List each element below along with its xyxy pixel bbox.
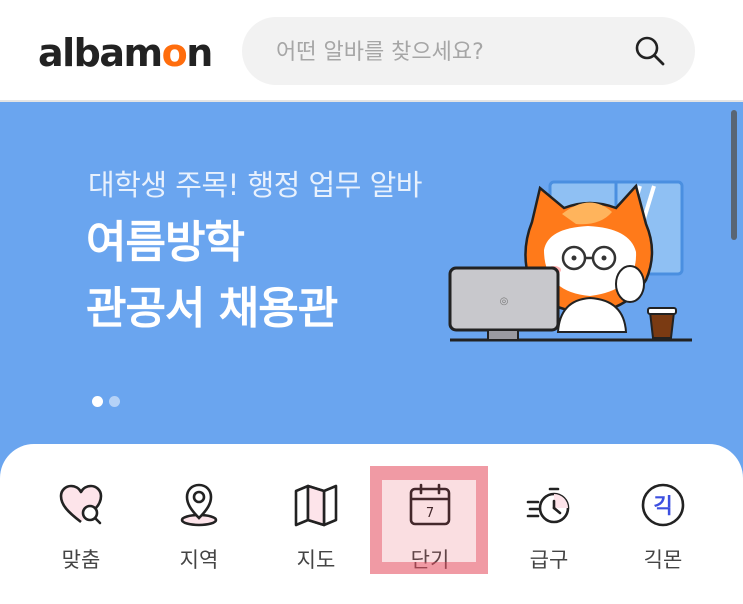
albamon-logo[interactable]: albamon <box>38 28 213 78</box>
svg-text:◎: ◎ <box>500 296 509 307</box>
nav-label: 지도 <box>296 548 336 572</box>
nav-item-urgent[interactable]: 급구 <box>504 482 594 582</box>
header: albamon <box>0 0 743 102</box>
search-bar[interactable] <box>242 17 695 85</box>
scrollbar[interactable] <box>731 110 737 240</box>
nav-label: 단기 <box>410 548 450 572</box>
banner-dot-1[interactable] <box>92 396 103 407</box>
banner-pagination <box>92 392 126 411</box>
banner-dot-2[interactable] <box>109 396 120 407</box>
heart-search-icon <box>59 484 103 525</box>
nav-label: 긱몬 <box>643 548 683 572</box>
nav-item-gigmon[interactable]: 긱 긱몬 <box>618 482 708 582</box>
cat-at-computer-illustration: ◎ <box>448 180 692 342</box>
search-icon[interactable] <box>634 35 666 67</box>
banner-title-line2: 관공서 채용관 <box>86 283 338 334</box>
promo-banner[interactable]: 대학생 주목! 행정 업무 알바 여름방학 관공서 채용관 ◎ <box>0 102 743 482</box>
search-input[interactable] <box>274 31 618 73</box>
gigmon-icon: 긱 <box>641 483 685 527</box>
nav-item-map[interactable]: 지도 <box>271 482 361 582</box>
banner-title-line1: 여름방학 <box>86 217 245 268</box>
fast-timer-icon <box>526 487 570 524</box>
location-pin-icon <box>180 483 218 527</box>
nav-label: 맞춤 <box>61 548 101 572</box>
map-icon <box>294 484 338 527</box>
nav-item-custom[interactable]: 맞춤 <box>36 482 126 582</box>
nav-label: 급구 <box>529 548 569 572</box>
category-nav: 맞춤 지역 지도 7 단기 급구 긱 긱몬 <box>0 444 743 604</box>
calendar-icon: 7 <box>409 483 451 526</box>
nav-label: 지역 <box>179 548 219 572</box>
gigmon-icon-text: 긱 <box>653 494 672 518</box>
banner-subtitle: 대학생 주목! 행정 업무 알바 <box>88 168 422 202</box>
nav-item-short-term[interactable]: 7 단기 <box>385 482 475 582</box>
nav-item-region[interactable]: 지역 <box>154 482 244 582</box>
calendar-day-number: 7 <box>426 506 434 521</box>
